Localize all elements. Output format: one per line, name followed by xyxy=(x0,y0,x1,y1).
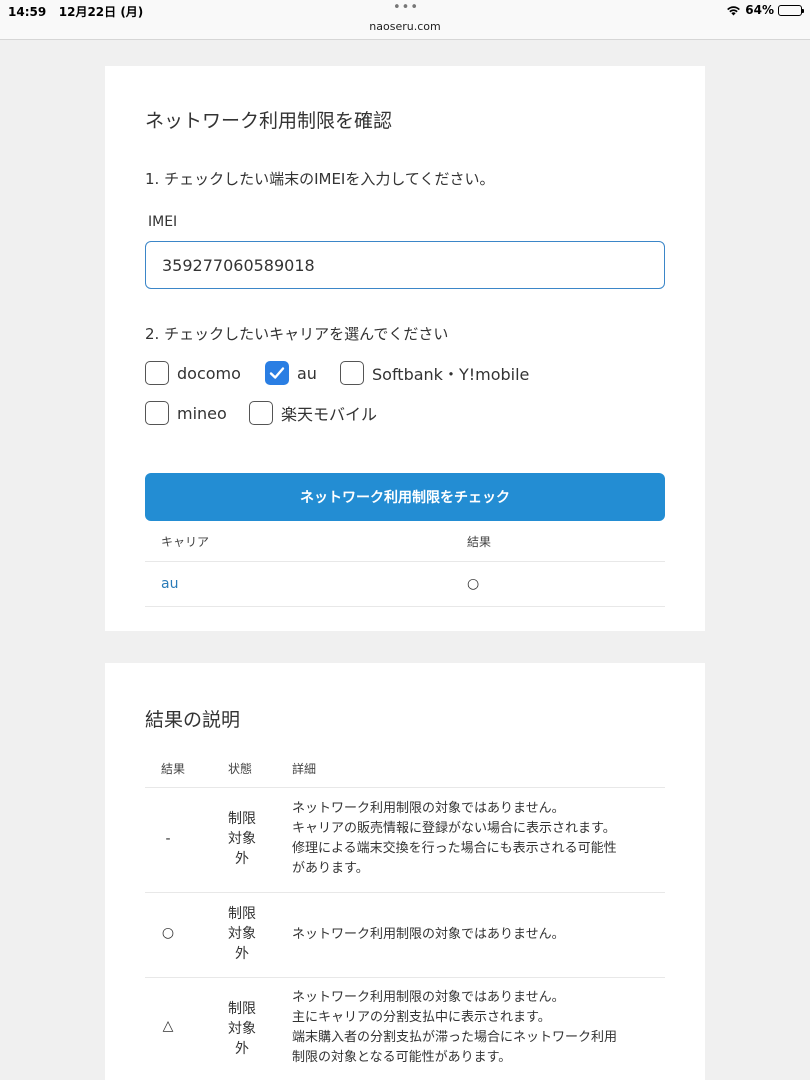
explanation-header-state: 状態 xyxy=(228,762,253,776)
divider xyxy=(145,561,665,562)
imei-label: IMEI xyxy=(148,214,178,230)
state-line: 対象 xyxy=(228,831,256,847)
status-right: 64% xyxy=(726,3,804,17)
check-card: ネットワーク利用制限を確認 1. チェックしたい端末のIMEIを入力してください… xyxy=(105,66,705,631)
detail-line: キャリアの販売情報に登録がない場合に表示されます。 xyxy=(292,821,616,836)
state-line: 制限 xyxy=(228,906,256,922)
explanation-detail: ネットワーク利用制限の対象ではありません。 キャリアの販売情報に登録がない場合に… xyxy=(292,799,662,879)
clock: 14:59 xyxy=(8,5,47,19)
explanation-state: 制限 対象 外 xyxy=(225,904,259,964)
explanation-result-symbol: △ xyxy=(162,1018,174,1034)
state-line: 外 xyxy=(235,946,249,962)
divider xyxy=(145,787,665,788)
explanation-detail: ネットワーク利用制限の対象ではありません。 xyxy=(292,925,662,945)
explanation-state: 制限 対象 外 xyxy=(225,999,259,1059)
status-time: 14:59 12月22日 (月) xyxy=(8,3,143,20)
battery-icon xyxy=(778,4,804,16)
detail-line: ネットワーク利用制限の対象ではありません。 xyxy=(292,927,565,942)
wifi-icon xyxy=(727,5,741,16)
detail-line: 制限の対象となる可能性があります。 xyxy=(292,1050,512,1065)
result-carrier-cell: au xyxy=(161,576,179,592)
carrier-label: mineo xyxy=(177,403,227,423)
state-line: 対象 xyxy=(228,1021,256,1037)
imei-input-value: 359277060589018 xyxy=(162,255,315,275)
carrier-label: Softbank・Y!mobile xyxy=(372,365,530,384)
explanation-state: 制限 対象 外 xyxy=(225,809,259,869)
divider xyxy=(145,977,665,978)
carrier-label: docomo xyxy=(177,363,241,383)
page-title: ネットワーク利用制限を確認 xyxy=(145,110,393,132)
detail-line: があります。 xyxy=(292,861,369,876)
explanation-result-symbol: ○ xyxy=(161,925,175,941)
state-line: 制限 xyxy=(228,1001,256,1017)
result-table-header-carrier: キャリア xyxy=(161,535,210,549)
detail-line: ネットワーク利用制限の対象ではありません。 xyxy=(292,801,565,816)
carrier-checkbox-softbank[interactable]: Softbank・Y!mobile xyxy=(340,361,529,385)
result-table-header-result: 結果 xyxy=(467,535,492,549)
result-status-cell: ○ xyxy=(467,576,480,592)
divider xyxy=(145,892,665,893)
state-line: 対象 xyxy=(228,926,256,942)
address-bar-url[interactable]: naoseru.com xyxy=(0,20,810,33)
step2-instruction: 2. チェックしたいキャリアを選んでください xyxy=(145,325,449,343)
carrier-checkbox-docomo[interactable]: docomo xyxy=(145,361,241,385)
divider xyxy=(145,606,665,607)
carrier-checkbox-mineo[interactable]: mineo xyxy=(145,401,227,425)
detail-line: ネットワーク利用制限の対象ではありません。 xyxy=(292,990,565,1005)
step1-instruction: 1. チェックしたい端末のIMEIを入力してください。 xyxy=(145,170,495,188)
explanation-header-result: 結果 xyxy=(161,762,186,776)
state-line: 外 xyxy=(235,1041,249,1057)
carrier-label: au xyxy=(297,363,317,383)
detail-line: 主にキャリアの分割支払中に表示されます。 xyxy=(292,1010,551,1025)
detail-line: 修理による端末交換を行った場合にも表示される可能性 xyxy=(292,841,617,856)
checkbox-icon[interactable] xyxy=(145,401,169,425)
explanation-detail: ネットワーク利用制限の対象ではありません。 主にキャリアの分割支払中に表示されま… xyxy=(292,988,662,1068)
explanation-header-detail: 詳細 xyxy=(292,762,317,776)
carrier-checkbox-au[interactable]: au xyxy=(265,361,317,385)
checkbox-checked-icon[interactable] xyxy=(265,361,289,385)
battery-percent: 64% xyxy=(745,3,774,17)
explanation-card: 結果の説明 結果 状態 詳細 - 制限 対象 外 ネットワーク利用制限の対象では… xyxy=(105,663,705,1080)
carrier-label: 楽天モバイル xyxy=(281,405,378,424)
explanation-title: 結果の説明 xyxy=(145,709,241,731)
status-bar: 14:59 12月22日 (月) ••• naoseru.com 64% xyxy=(0,0,810,40)
imei-input[interactable]: 359277060589018 xyxy=(145,241,665,289)
explanation-result-symbol: - xyxy=(165,831,171,847)
state-line: 外 xyxy=(235,851,249,867)
checkbox-icon[interactable] xyxy=(145,361,169,385)
check-restriction-button[interactable]: ネットワーク利用制限をチェック xyxy=(145,473,665,521)
date: 12月22日 (月) xyxy=(58,5,144,19)
checkbox-icon[interactable] xyxy=(340,361,364,385)
carrier-checkbox-rakuten[interactable]: 楽天モバイル xyxy=(249,401,377,425)
state-line: 制限 xyxy=(228,811,256,827)
checkbox-icon[interactable] xyxy=(249,401,273,425)
detail-line: 端末購入者の分割支払が滞った場合にネットワーク利用 xyxy=(292,1030,618,1045)
multitasking-dots-icon[interactable]: ••• xyxy=(393,0,419,15)
